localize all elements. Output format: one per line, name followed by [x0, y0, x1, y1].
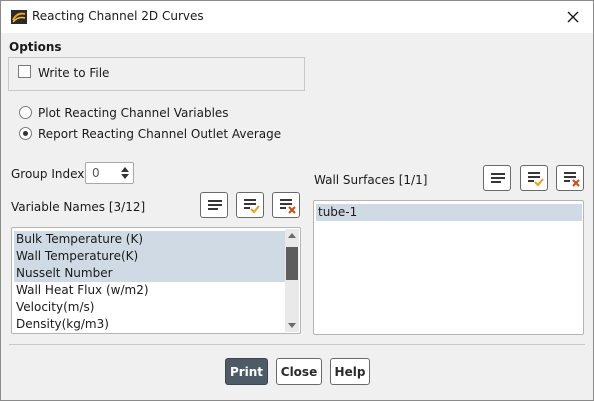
list-item[interactable]: Bulk Temperature (K) [14, 231, 286, 248]
list-check-icon [528, 172, 544, 187]
app-logo-icon [11, 9, 27, 25]
report-outlet-average-label: Report Reacting Channel Outlet Average [38, 127, 282, 141]
list-lines-icon [491, 173, 505, 183]
list-lines-icon [208, 200, 222, 210]
print-button[interactable]: Print [225, 358, 268, 385]
list-item[interactable]: Density(kg/m3) [14, 316, 286, 333]
list-item[interactable]: Velocity(m/s) [14, 299, 286, 316]
wall-surfaces-list[interactable]: tube-1 [313, 200, 584, 335]
report-outlet-average-radio[interactable] [19, 127, 32, 140]
list-clear-icon [280, 199, 296, 214]
options-heading: Options [9, 40, 62, 54]
help-button[interactable]: Help [330, 358, 370, 385]
plot-variables-radio[interactable] [19, 106, 32, 119]
variable-names-list[interactable]: Bulk Temperature (K) Wall Temperature(K)… [11, 227, 301, 334]
close-window-icon[interactable] [561, 5, 585, 29]
spin-down-icon[interactable] [121, 174, 129, 179]
window-title: Reacting Channel 2D Curves [32, 9, 204, 23]
write-to-file-checkbox[interactable] [18, 65, 31, 78]
footer-divider [9, 344, 585, 345]
variable-list-scrollbar[interactable] [285, 229, 299, 332]
surfaces-select-all-button[interactable] [520, 165, 548, 191]
variables-select-all-button[interactable] [236, 192, 264, 218]
spin-up-icon[interactable] [121, 167, 129, 172]
title-bar: Reacting Channel 2D Curves [1, 1, 593, 33]
group-index-label: Group Index [11, 167, 85, 181]
surfaces-list-button[interactable] [483, 165, 511, 191]
list-check-icon [244, 199, 260, 214]
list-item[interactable]: Nusselt Number [14, 265, 286, 282]
list-clear-icon [564, 172, 580, 187]
write-to-file-label: Write to File [38, 66, 110, 80]
wall-surfaces-label: Wall Surfaces [1/1] [314, 173, 428, 187]
list-item[interactable]: tube-1 [316, 204, 582, 221]
list-item[interactable]: Wall Heat Flux (w/m2) [14, 282, 286, 299]
dialog-window: Reacting Channel 2D Curves Options Write… [0, 0, 594, 401]
variables-list-button[interactable] [200, 192, 228, 218]
scrollbar-thumb[interactable] [286, 247, 298, 280]
surfaces-deselect-all-button[interactable] [556, 165, 584, 191]
plot-variables-label: Plot Reacting Channel Variables [38, 106, 229, 120]
scroll-down-icon[interactable] [288, 323, 296, 328]
list-item[interactable]: Wall Temperature(K) [14, 248, 286, 265]
group-index-spinner[interactable]: 0 [85, 162, 134, 184]
variable-names-label: Variable Names [3/12] [11, 200, 146, 214]
variables-deselect-all-button[interactable] [272, 192, 300, 218]
group-index-value: 0 [92, 166, 100, 180]
close-button[interactable]: Close [276, 358, 322, 385]
scroll-up-icon[interactable] [288, 233, 296, 238]
